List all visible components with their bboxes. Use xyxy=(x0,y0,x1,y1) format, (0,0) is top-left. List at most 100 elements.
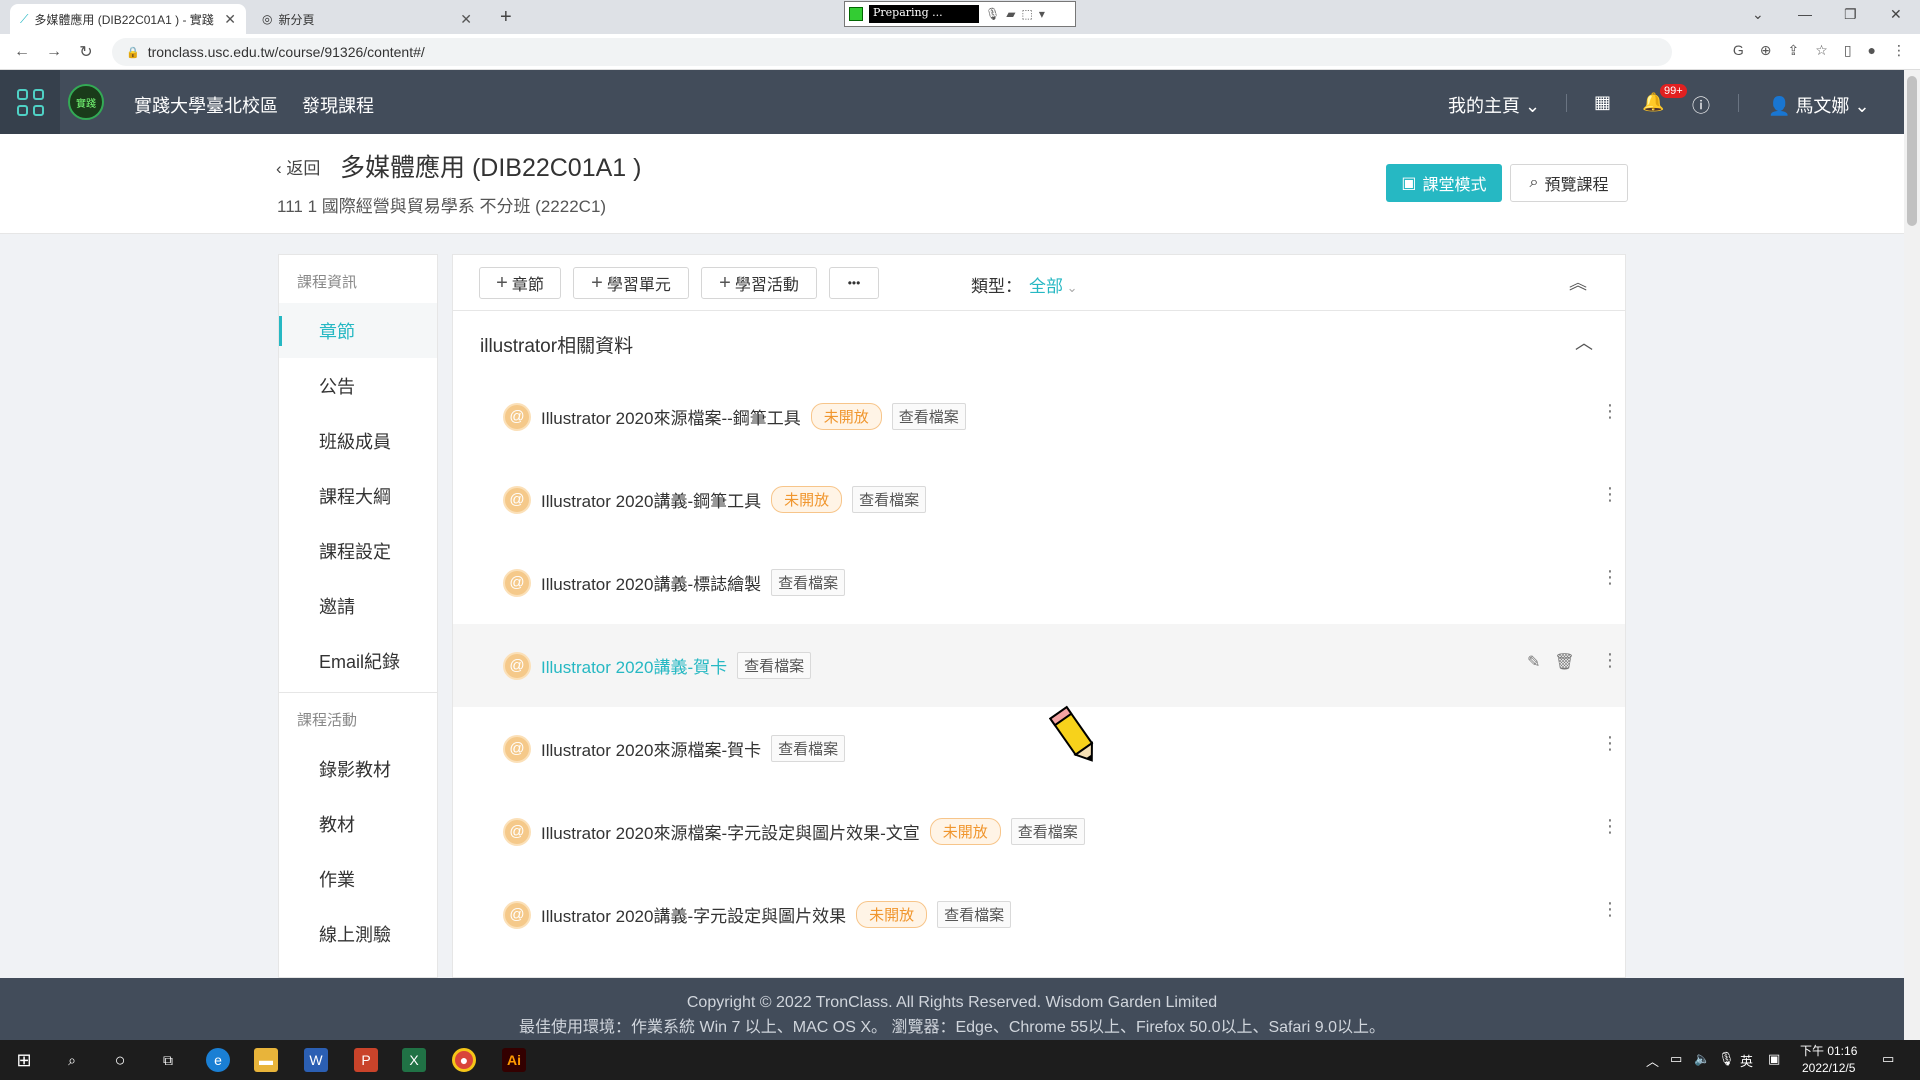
browser-tab-new[interactable]: ◎ 新分頁 ✕ xyxy=(252,4,482,34)
calendar-icon[interactable]: ▦ xyxy=(1594,92,1611,113)
sidebar-item-invite[interactable]: 邀請 xyxy=(279,578,437,633)
illustrator-icon[interactable]: Ai xyxy=(502,1048,526,1072)
item-title[interactable]: Illustrator 2020來源檔案-賀卡 xyxy=(541,736,761,761)
restore-icon[interactable]: ❐ xyxy=(1844,6,1857,23)
bookmark-star-icon[interactable]: ☆ xyxy=(1815,42,1828,59)
list-item[interactable]: @ Illustrator 2020講義-賀卡 查看檔案 ✎ 🗑 ⋮⋮ xyxy=(453,624,1625,707)
list-item[interactable]: @ Illustrator 2020講義-字元設定與圖片效果 未開放 查看檔案 … xyxy=(453,873,1625,956)
add-unit-button[interactable]: + 學習單元 xyxy=(573,267,689,299)
reload-icon[interactable]: ↻ xyxy=(70,42,102,62)
share-icon[interactable]: ⇪ xyxy=(1788,42,1800,59)
list-item[interactable]: @ Illustrator 2020講義-鋼筆工具 未開放 查看檔案 ⋮⋮ xyxy=(453,458,1625,541)
browser-tab-course[interactable]: ⟋ 多媒體應用 (DIB22C01A1 ) - 實踐 ✕ xyxy=(10,4,246,34)
windows-start-icon[interactable]: ⊞ xyxy=(12,1048,36,1072)
edit-icon[interactable]: ✎ xyxy=(1527,652,1540,672)
app-grid-icon[interactable] xyxy=(0,70,60,134)
search-icon[interactable]: ⌕ xyxy=(60,1048,84,1072)
item-title[interactable]: Illustrator 2020來源檔案-字元設定與圖片效果-文宣 xyxy=(541,819,920,844)
help-icon[interactable]: ⓘ xyxy=(1692,92,1710,118)
new-tab-button[interactable]: + xyxy=(500,6,512,29)
view-file-button[interactable]: 查看檔案 xyxy=(937,901,1012,928)
file-explorer-icon[interactable]: ▬ xyxy=(254,1048,278,1072)
chrome-menu-icon[interactable]: ⋮ xyxy=(1892,42,1906,59)
back-link[interactable]: ‹ 返回 xyxy=(276,154,320,179)
item-title[interactable]: Illustrator 2020來源檔案--鋼筆工具 xyxy=(541,404,801,429)
excel-icon[interactable]: X xyxy=(402,1048,426,1072)
edge-icon[interactable]: e xyxy=(206,1048,230,1072)
nav-discover-courses[interactable]: 發現課程 xyxy=(302,92,374,118)
list-item[interactable]: @ Illustrator 2020來源檔案--鋼筆工具 未開放 查看檔案 ⋮⋮ xyxy=(453,375,1625,458)
zoom-icon[interactable]: ⊕ xyxy=(1760,42,1772,59)
item-title[interactable]: Illustrator 2020講義-賀卡 xyxy=(541,653,727,678)
type-filter-select[interactable]: 全部 ⌄ xyxy=(1029,272,1078,297)
view-file-button[interactable]: 查看檔案 xyxy=(891,403,966,430)
sidebar-item-announcements[interactable]: 公告 xyxy=(279,358,437,413)
user-menu[interactable]: 👤 馬文娜 ⌄ xyxy=(1768,92,1870,118)
sidebar-item-videos[interactable]: 錄影教材 xyxy=(279,741,437,796)
google-translate-icon[interactable]: G xyxy=(1733,42,1744,59)
scrollbar-thumb[interactable] xyxy=(1907,76,1917,226)
drag-handle-icon[interactable]: ⋮⋮ xyxy=(1601,401,1625,422)
item-title[interactable]: Illustrator 2020講義-字元設定與圖片效果 xyxy=(541,902,846,927)
back-arrow-icon[interactable]: ← xyxy=(6,43,38,61)
page-scrollbar[interactable] xyxy=(1904,70,1920,1040)
view-file-button[interactable]: 查看檔案 xyxy=(771,735,846,762)
chrome-icon[interactable]: ● xyxy=(452,1048,476,1072)
view-file-button[interactable]: 查看檔案 xyxy=(737,652,812,679)
word-icon[interactable]: W xyxy=(304,1048,328,1072)
region-select-icon[interactable]: ⬚ xyxy=(1021,7,1032,21)
action-center-icon[interactable]: ▭ xyxy=(1882,1051,1894,1067)
window-close-icon[interactable]: ✕ xyxy=(1890,6,1902,23)
microphone-icon[interactable]: 🎙 xyxy=(985,7,1000,21)
drag-handle-icon[interactable]: ⋮⋮ xyxy=(1601,899,1625,920)
sidebar-item-homework[interactable]: 作業 xyxy=(279,851,437,906)
list-item[interactable]: @ Illustrator 2020來源檔案-賀卡 查看檔案 ⋮⋮ xyxy=(453,707,1625,790)
view-file-button[interactable]: 查看檔案 xyxy=(1010,818,1085,845)
url-field[interactable]: 🔒 tronclass.usc.edu.tw/course/91326/cont… xyxy=(112,38,1672,66)
list-item[interactable]: @ Illustrator 2020來源檔案-字元設定與圖片效果-文宣 未開放 … xyxy=(453,790,1625,873)
item-title[interactable]: Illustrator 2020講義-鋼筆工具 xyxy=(541,487,761,512)
close-tab-icon[interactable]: ✕ xyxy=(224,11,236,28)
add-activity-button[interactable]: + 學習活動 xyxy=(701,267,817,299)
tray-chevron-up-icon[interactable]: ︿ xyxy=(1646,1051,1659,1070)
drag-handle-icon[interactable]: ⋮⋮ xyxy=(1601,650,1625,671)
chevron-up-icon[interactable]: ︿ xyxy=(1575,329,1593,355)
sidebar-item-syllabus[interactable]: 課程大綱 xyxy=(279,468,437,523)
sidebar-item-email-log[interactable]: Email紀錄 xyxy=(279,633,437,688)
trash-icon[interactable]: 🗑 xyxy=(1554,652,1574,672)
sidebar-item-members[interactable]: 班級成員 xyxy=(279,413,437,468)
item-title[interactable]: Illustrator 2020講義-標誌繪製 xyxy=(541,570,761,595)
network-icon[interactable]: ▭ xyxy=(1670,1051,1682,1067)
forward-arrow-icon[interactable]: → xyxy=(38,43,70,61)
volume-icon[interactable]: 🔈 xyxy=(1694,1051,1710,1067)
mic-icon[interactable]: 🎙 xyxy=(1718,1051,1735,1067)
sidebar-item-chapters[interactable]: 章節 xyxy=(279,303,437,358)
tab-search-icon[interactable]: ⌄ xyxy=(1752,6,1764,23)
class-mode-button[interactable]: ▣ 課堂模式 xyxy=(1386,164,1502,202)
powerpoint-icon[interactable]: P xyxy=(354,1048,378,1072)
more-options-button[interactable]: ••• xyxy=(829,267,879,299)
view-file-button[interactable]: 查看檔案 xyxy=(771,569,846,596)
drag-handle-icon[interactable]: ⋮⋮ xyxy=(1601,484,1625,505)
preview-course-button[interactable]: ⌕ 預覽課程 xyxy=(1510,164,1628,202)
drag-handle-icon[interactable]: ⋮⋮ xyxy=(1601,733,1625,754)
drag-handle-icon[interactable]: ⋮⋮ xyxy=(1601,567,1625,588)
dropdown-arrow-icon[interactable]: ▾ xyxy=(1039,7,1045,21)
task-view-icon[interactable]: ⧉ xyxy=(156,1048,180,1072)
section-header[interactable]: illustrator相關資料 ︿ xyxy=(453,311,1625,375)
add-chapter-button[interactable]: + 章節 xyxy=(479,267,561,299)
profile-icon[interactable]: ● xyxy=(1868,42,1876,59)
sidebar-item-quiz[interactable]: 線上測驗 xyxy=(279,906,437,961)
sidebar-item-materials[interactable]: 教材 xyxy=(279,796,437,851)
list-item[interactable]: @ Illustrator 2020講義-標誌繪製 查看檔案 ⋮⋮ xyxy=(453,541,1625,624)
minimize-icon[interactable]: — xyxy=(1798,6,1812,22)
camera-off-icon[interactable]: ▰ xyxy=(1006,7,1015,21)
side-panel-icon[interactable]: ▯ xyxy=(1844,42,1852,59)
nav-campus[interactable]: 實踐大學臺北校區 xyxy=(134,92,278,118)
sidebar-item-settings[interactable]: 課程設定 xyxy=(279,523,437,578)
view-file-button[interactable]: 查看檔案 xyxy=(852,486,927,513)
input-method[interactable]: 英 xyxy=(1740,1051,1753,1070)
collapse-all-icon[interactable]: ︽ xyxy=(1569,269,1587,295)
drag-handle-icon[interactable]: ⋮⋮ xyxy=(1601,816,1625,837)
cortana-icon[interactable]: ○ xyxy=(108,1048,132,1072)
